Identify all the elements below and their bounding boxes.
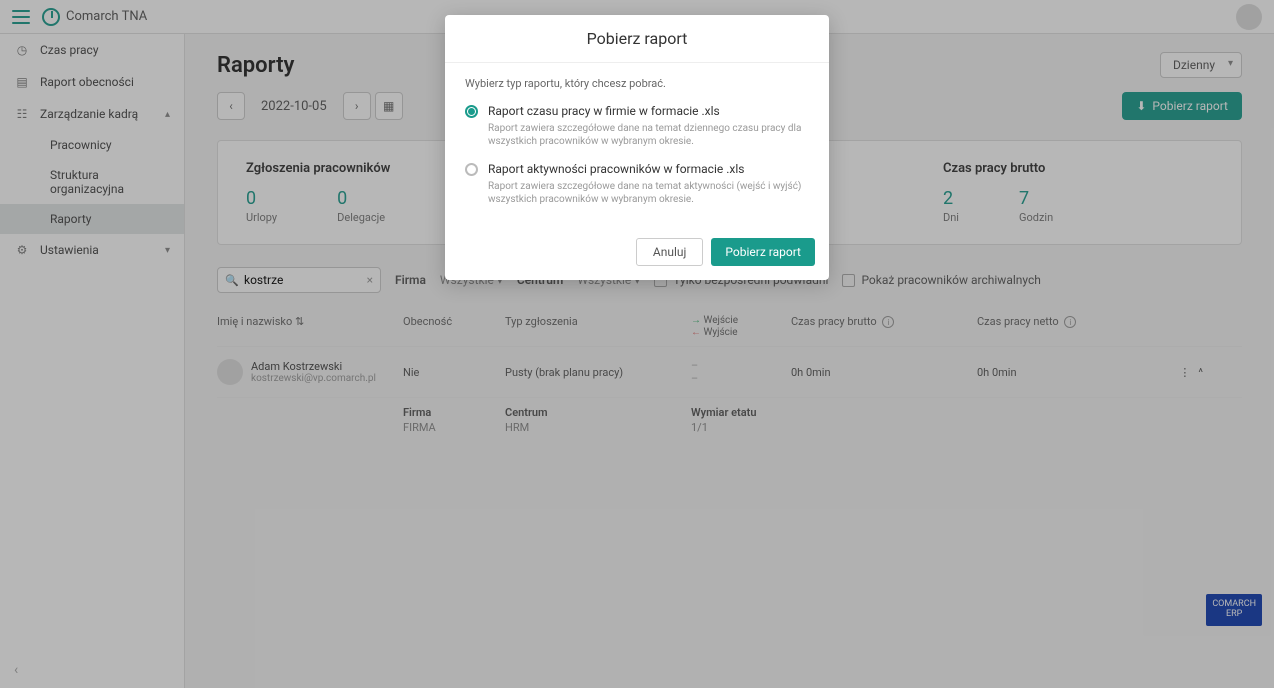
- radio-1-desc: Raport zawiera szczegółowe dane na temat…: [488, 122, 809, 148]
- radio-2-desc: Raport zawiera szczegółowe dane na temat…: [488, 180, 809, 206]
- modal-cancel-button[interactable]: Anuluj: [636, 238, 703, 266]
- radio-1-title: Raport czasu pracy w firmie w formacie .…: [488, 104, 809, 118]
- modal-title: Pobierz raport: [445, 15, 829, 63]
- modal-subtitle: Wybierz typ raportu, który chcesz pobrać…: [465, 77, 809, 90]
- download-report-modal: Pobierz raport Wybierz typ raportu, któr…: [445, 15, 829, 280]
- modal-overlay[interactable]: Pobierz raport Wybierz typ raportu, któr…: [0, 0, 1274, 688]
- radio-2-title: Raport aktywności pracowników w formacie…: [488, 162, 809, 176]
- modal-confirm-button[interactable]: Pobierz raport: [711, 238, 815, 266]
- radio-option-2[interactable]: Raport aktywności pracowników w formacie…: [465, 162, 809, 206]
- radio-checked-icon: [465, 105, 478, 118]
- radio-option-1[interactable]: Raport czasu pracy w firmie w formacie .…: [465, 104, 809, 148]
- radio-unchecked-icon: [465, 163, 478, 176]
